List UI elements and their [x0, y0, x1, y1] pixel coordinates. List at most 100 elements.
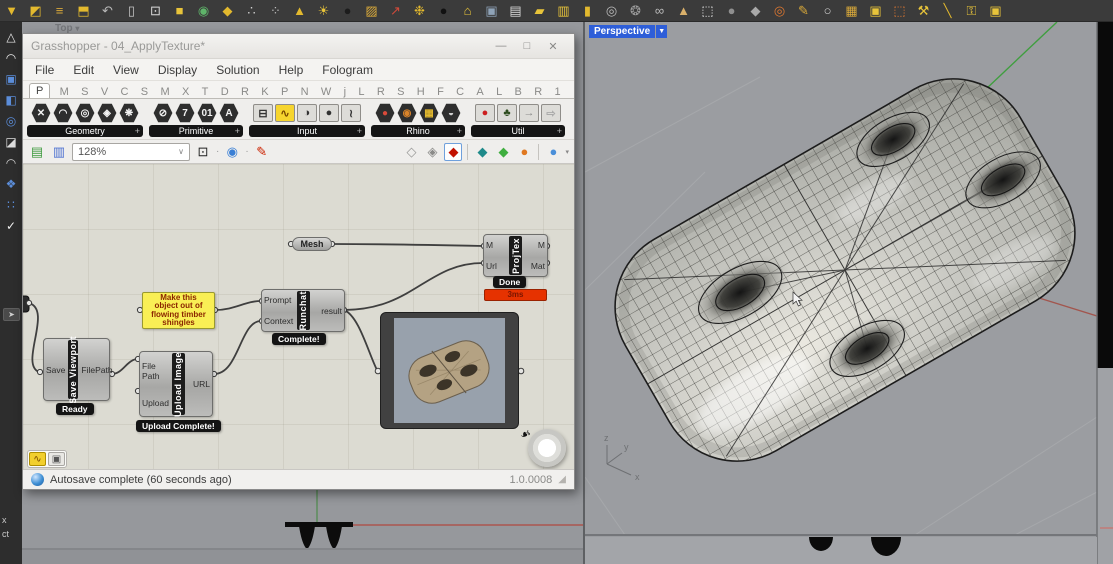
category-tab[interactable]: R [531, 86, 545, 98]
graph-toggle-icon[interactable]: ∿ [29, 452, 46, 466]
scatter-icon[interactable]: ⁘ [266, 2, 285, 20]
plane-icon[interactable]: ▰ [530, 2, 549, 20]
menu-item[interactable]: Edit [73, 63, 94, 77]
check-icon[interactable]: ✓ [2, 217, 20, 234]
tool-box-icon[interactable]: ▣ [986, 2, 1005, 20]
point-grid-icon[interactable]: ∷ [2, 196, 20, 213]
category-tab[interactable]: B [512, 86, 525, 98]
group-expand-icon[interactable]: + [557, 125, 562, 137]
category-tab[interactable]: W [318, 86, 334, 98]
orange-orb-icon[interactable]: ● [515, 143, 533, 161]
component-name-bar[interactable]: Save Viewport [68, 336, 79, 403]
striped-sphere-icon[interactable]: ◒ [441, 103, 461, 123]
port-in[interactable]: File Path [142, 361, 169, 381]
mesh-parameter[interactable]: Mesh [292, 237, 332, 251]
frame-box-icon[interactable]: ⬚ [890, 2, 909, 20]
move-squares-icon[interactable]: ❖ [2, 175, 20, 192]
geo-icon-2[interactable]: ◠ [53, 103, 73, 123]
menu-item[interactable]: Fologram [322, 63, 373, 77]
port-in[interactable]: Save [46, 365, 65, 375]
port-out[interactable]: M [538, 240, 545, 250]
category-tab[interactable]: K [258, 86, 271, 98]
image-toggle-icon[interactable]: ▣ [48, 452, 65, 466]
sand-cone-icon[interactable]: ▲ [674, 2, 693, 20]
port-in[interactable]: Context [264, 316, 294, 326]
maximize-button[interactable]: □ [514, 40, 540, 52]
component-upload-image[interactable]: File Path Upload Upload Image URL [139, 351, 213, 417]
category-tab[interactable]: S [138, 86, 151, 98]
prim-icon-1[interactable]: ⊘ [153, 103, 173, 123]
menu-item[interactable]: Solution [216, 63, 259, 77]
grid-fence-icon[interactable]: ▦ [842, 2, 861, 20]
curve-input-icon[interactable]: ≀ [341, 104, 361, 122]
blue-orb-icon[interactable]: ● [544, 143, 562, 161]
book-icon[interactable]: ⌂ [458, 2, 477, 20]
gold-box-icon[interactable]: ▣ [866, 2, 885, 20]
point-cloud-icon[interactable]: ∴ [242, 2, 261, 20]
arrow-solid-icon[interactable]: → [519, 104, 539, 122]
knife-icon[interactable]: ╲ [938, 2, 957, 20]
polyline-icon[interactable]: △ [2, 28, 20, 45]
numbered-box-icon[interactable]: ⊡ [146, 2, 165, 20]
surface-blue-icon[interactable]: ◧ [2, 91, 20, 108]
category-tab[interactable]: N [298, 86, 312, 98]
category-tab[interactable]: C [453, 86, 467, 98]
preview-eye-icon[interactable]: ◉ [223, 143, 241, 161]
category-tab[interactable]: H [414, 86, 428, 98]
sketch-pen-icon[interactable]: ✎ [253, 143, 271, 161]
port-in[interactable]: Upload [142, 398, 169, 408]
category-tab[interactable]: P [278, 86, 291, 98]
spheres-icon[interactable]: ☀ [314, 2, 333, 20]
close-button[interactable]: ✕ [540, 40, 566, 53]
group-label[interactable]: Rhino + [371, 125, 465, 137]
control-points-icon[interactable]: ▣ [2, 70, 20, 87]
green-gem-icon[interactable]: ◆ [494, 143, 512, 161]
magnifier-icon[interactable]: ○ [818, 2, 837, 20]
curve-node-icon[interactable]: ◠ [2, 49, 20, 66]
layer-list-icon[interactable]: ≡ [50, 2, 69, 20]
camera-robot-icon[interactable]: ▣ [482, 2, 501, 20]
cherry-icon[interactable]: ● [475, 104, 495, 122]
zoom-level-select[interactable]: 128% ∨ [72, 142, 190, 161]
keys-icon[interactable]: ⚿ [962, 2, 981, 20]
tree-icon[interactable]: ♣ [497, 104, 517, 122]
perspective-viewport[interactable]: Perspective ▼ z y x [584, 21, 1113, 564]
port-in[interactable]: Url [486, 261, 506, 271]
group-expand-icon[interactable]: + [135, 125, 140, 137]
black-ball-icon[interactable]: ● [434, 2, 453, 20]
color-wheel-icon[interactable]: ◉ [194, 2, 213, 20]
category-tab[interactable]: M [157, 86, 172, 98]
open-file-icon[interactable]: ▤ [28, 143, 46, 161]
prim-icon-2[interactable]: 7 [175, 103, 195, 123]
port-out[interactable]: FilePath [81, 365, 112, 375]
clipboard-icon[interactable]: ▯ [122, 2, 141, 20]
dark-sphere-icon[interactable]: ● [338, 2, 357, 20]
filter-icon[interactable]: ▼ [2, 2, 21, 20]
slider-icon[interactable]: ⊟ [253, 104, 273, 122]
category-tab[interactable]: P [29, 83, 51, 98]
canvas-compass-widget[interactable]: ☙ [518, 426, 566, 467]
gray-cube-icon[interactable]: ◆ [746, 2, 765, 20]
toggle-icon[interactable]: ◑ [297, 104, 317, 122]
gumball-icon[interactable]: ↗ [386, 2, 405, 20]
port-out[interactable]: Mat [531, 261, 545, 271]
category-tab[interactable]: A [473, 86, 486, 98]
target-icon[interactable]: ◎ [770, 2, 789, 20]
prim-icon-4[interactable]: A [219, 103, 239, 123]
note-panel[interactable]: Make this object out of flowing timber s… [142, 292, 215, 329]
group-label[interactable]: Input + [249, 125, 365, 137]
lock-note-icon[interactable]: ▤ [506, 2, 525, 20]
port-in[interactable]: Prompt [264, 295, 294, 305]
shell-icon[interactable]: ◉ [397, 103, 417, 123]
geo-icon-5[interactable]: ❋ [119, 103, 139, 123]
rhino-sphere-icon[interactable]: ● [375, 103, 395, 123]
box-icon[interactable]: ■ [170, 2, 189, 20]
brush-icon[interactable]: ✎ [794, 2, 813, 20]
export-box-icon[interactable]: ⬒ [74, 2, 93, 20]
image-viewer-component[interactable] [380, 312, 519, 429]
teal-gem-icon[interactable]: ◆ [473, 143, 491, 161]
minimize-button[interactable]: — [488, 40, 514, 52]
category-tab[interactable]: S [394, 86, 407, 98]
cone-sphere-icon[interactable]: ▲ [290, 2, 309, 20]
barrel-icon[interactable]: ▮ [578, 2, 597, 20]
